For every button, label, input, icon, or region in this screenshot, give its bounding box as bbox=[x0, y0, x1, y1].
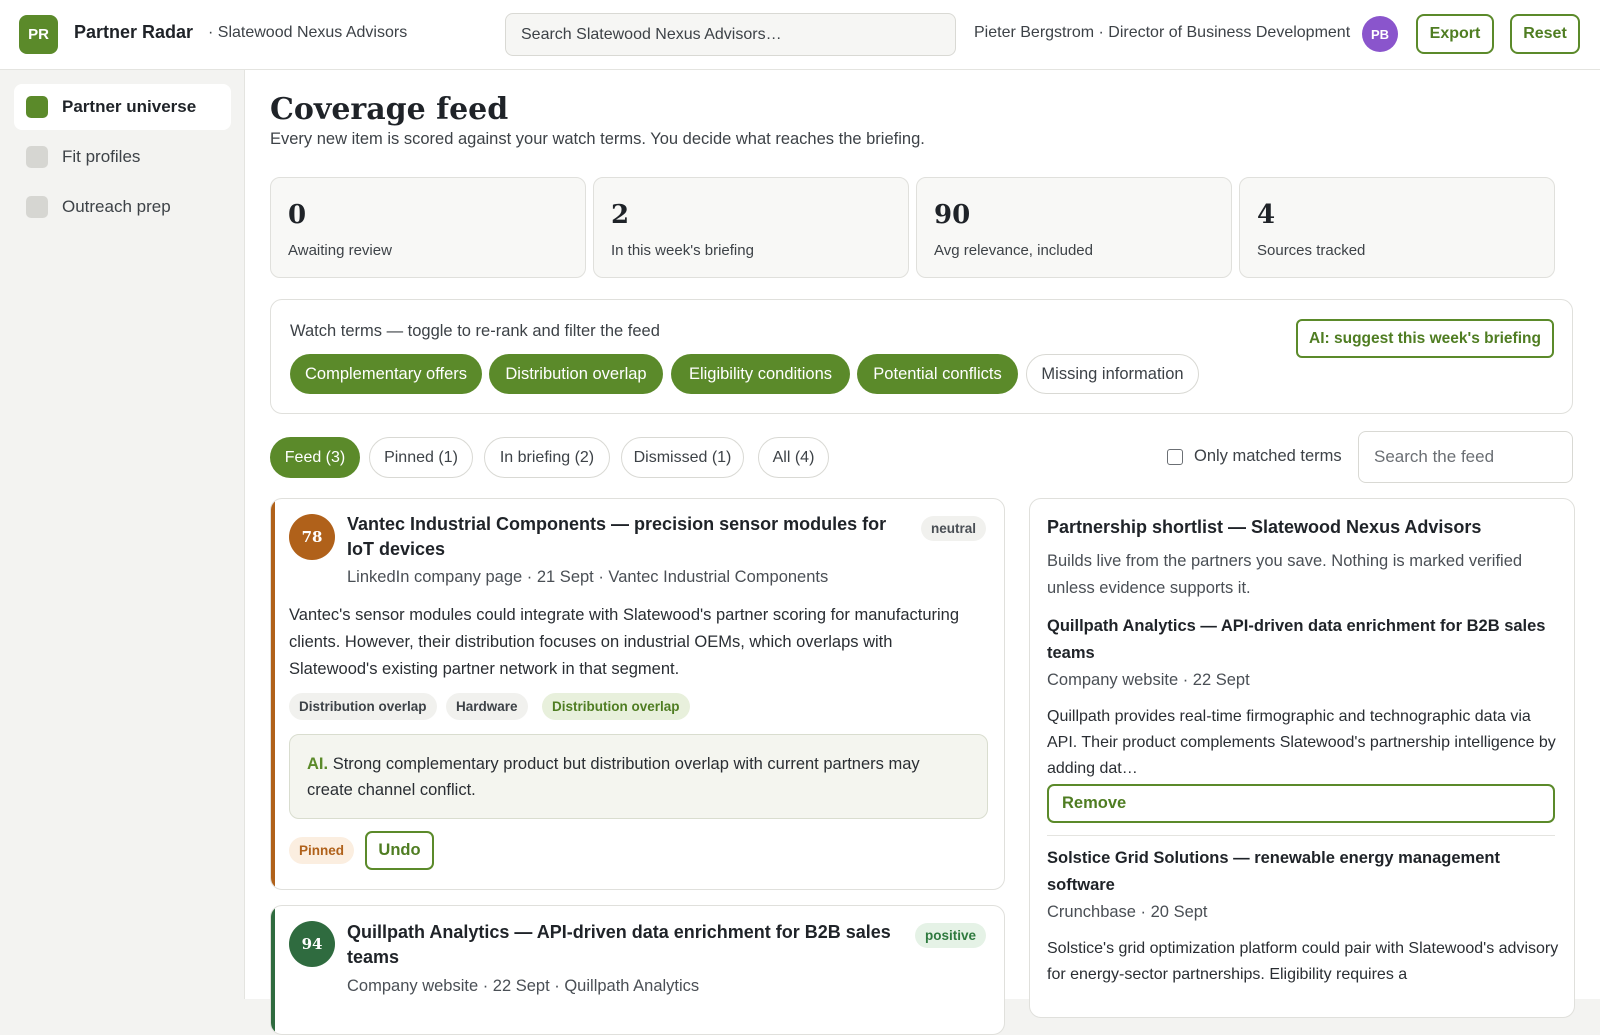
sidebar-item-label: Partner universe bbox=[62, 97, 197, 116]
nav-square-icon bbox=[26, 96, 48, 118]
term-tag: Hardware bbox=[446, 693, 528, 720]
app-logo: PR bbox=[19, 15, 58, 54]
stat-value: 4 bbox=[1257, 200, 1276, 230]
page-title: Coverage feed bbox=[270, 92, 509, 127]
sentiment-badge: neutral bbox=[920, 516, 986, 541]
undo-button[interactable]: Undo bbox=[365, 831, 434, 870]
workspace-name: · Slatewood Nexus Advisors bbox=[208, 24, 408, 41]
stat-label: Awaiting review bbox=[288, 242, 392, 259]
stat-card-avg-relevance: 90 Avg relevance, included bbox=[916, 177, 1232, 278]
divider bbox=[1047, 835, 1555, 836]
user-label: Pieter Bergstrom · Director of Business … bbox=[974, 24, 1351, 41]
stat-card-in-briefing: 2 In this week's briefing bbox=[593, 177, 909, 278]
shortlist-item-title[interactable]: Solstice Grid Solutions — renewable ener… bbox=[1047, 845, 1557, 899]
sidebar-item-partner-universe[interactable]: Partner universe bbox=[14, 84, 231, 130]
card-meta: LinkedIn company page · 21 Sept · Vantec… bbox=[347, 568, 829, 586]
shortlist-item-meta: Company website · 22 Sept bbox=[1047, 671, 1250, 689]
card-meta: Company website · 22 Sept · Quillpath An… bbox=[347, 977, 700, 995]
only-matched-checkbox[interactable] bbox=[1167, 448, 1183, 465]
tab-all[interactable]: All (4) bbox=[758, 437, 829, 478]
tab-pinned[interactable]: Pinned (1) bbox=[369, 437, 473, 478]
avatar[interactable]: PB bbox=[1362, 16, 1398, 52]
sidebar: Partner universe Fit profiles Outreach p… bbox=[0, 70, 245, 999]
nav-square-icon bbox=[26, 146, 48, 168]
page-description: Every new item is scored against your wa… bbox=[270, 130, 925, 148]
card-accent-bar bbox=[271, 499, 275, 889]
partnership-shortlist-panel: Partnership shortlist — Slatewood Nexus … bbox=[1029, 498, 1575, 1018]
watch-term-eligibility-conditions[interactable]: Eligibility conditions bbox=[671, 354, 850, 394]
ai-label: AI. bbox=[307, 755, 329, 773]
stat-card-sources-tracked: 4 Sources tracked bbox=[1239, 177, 1555, 278]
shortlist-description: Builds live from the partners you save. … bbox=[1047, 552, 1523, 597]
remove-button[interactable]: Remove bbox=[1047, 784, 1555, 823]
feed-card-vantec[interactable]: 78 Vantec Industrial Components — precis… bbox=[270, 498, 1005, 890]
shortlist-item-body: Solstice's grid optimization platform co… bbox=[1047, 940, 1559, 983]
watch-terms-label: Watch terms — toggle to re-rank and filt… bbox=[290, 322, 660, 340]
stat-card-awaiting-review: 0 Awaiting review bbox=[270, 177, 586, 278]
sidebar-item-outreach-prep[interactable]: Outreach prep bbox=[14, 184, 231, 230]
tab-feed[interactable]: Feed (3) bbox=[270, 437, 360, 478]
card-title[interactable]: Vantec Industrial Components — precision… bbox=[347, 512, 897, 562]
sentiment-badge: positive bbox=[914, 923, 986, 948]
shortlist-item-body: Quillpath provides real-time firmographi… bbox=[1047, 708, 1556, 777]
only-matched-toggle[interactable]: Only matched terms bbox=[1167, 447, 1342, 466]
feed-search-input[interactable] bbox=[1358, 431, 1573, 483]
relevance-score-badge: 94 bbox=[289, 921, 335, 967]
watch-term-missing-information[interactable]: Missing information bbox=[1026, 354, 1199, 394]
app-title: Partner Radar bbox=[74, 22, 194, 42]
stat-value: 2 bbox=[611, 200, 630, 230]
watch-term-potential-conflicts[interactable]: Potential conflicts bbox=[857, 354, 1018, 394]
workspace-search-input[interactable] bbox=[505, 13, 956, 56]
stat-value: 90 bbox=[934, 200, 971, 230]
nav-square-icon bbox=[26, 196, 48, 218]
stat-label: Sources tracked bbox=[1257, 242, 1366, 259]
ai-suggest-briefing-button[interactable]: AI: suggest this week's briefing bbox=[1296, 319, 1554, 358]
card-title[interactable]: Quillpath Analytics — API-driven data en… bbox=[347, 920, 897, 970]
export-button[interactable]: Export bbox=[1416, 14, 1494, 54]
sidebar-item-fit-profiles[interactable]: Fit profiles bbox=[14, 134, 231, 180]
only-matched-label: Only matched terms bbox=[1194, 447, 1342, 465]
ai-note-text: Strong complementary product but distrib… bbox=[307, 755, 920, 799]
stat-label: In this week's briefing bbox=[611, 242, 754, 259]
stat-value: 0 bbox=[288, 200, 307, 230]
shortlist-title: Partnership shortlist — Slatewood Nexus … bbox=[1047, 517, 1482, 537]
relevance-score-badge: 78 bbox=[289, 514, 335, 560]
reset-button[interactable]: Reset bbox=[1510, 14, 1580, 54]
term-tag: Distribution overlap bbox=[289, 693, 437, 720]
card-body: Vantec's sensor modules could integrate … bbox=[289, 606, 960, 678]
tab-dismissed[interactable]: Dismissed (1) bbox=[621, 437, 744, 478]
shortlist-item-title[interactable]: Quillpath Analytics — API-driven data en… bbox=[1047, 613, 1557, 667]
watch-term-complementary-offers[interactable]: Complementary offers bbox=[290, 354, 482, 394]
sidebar-item-label: Fit profiles bbox=[62, 147, 141, 166]
feed-card-quillpath[interactable]: 94 Quillpath Analytics — API-driven data… bbox=[270, 905, 1005, 1035]
tab-in-briefing[interactable]: In briefing (2) bbox=[484, 437, 610, 478]
shortlist-item-meta: Crunchbase · 20 Sept bbox=[1047, 903, 1208, 921]
status-badge: Pinned bbox=[289, 837, 355, 864]
watch-terms-panel: Watch terms — toggle to re-rank and filt… bbox=[270, 299, 1573, 414]
top-bar: PR Partner Radar · Slatewood Nexus Advis… bbox=[0, 0, 1600, 70]
stat-label: Avg relevance, included bbox=[934, 242, 1093, 259]
watch-term-distribution-overlap[interactable]: Distribution overlap bbox=[489, 354, 663, 394]
card-accent-bar bbox=[271, 906, 275, 1034]
main-content: Coverage feed Every new item is scored a… bbox=[245, 70, 1600, 1035]
sidebar-item-label: Outreach prep bbox=[62, 197, 171, 216]
ai-note: AI. Strong complementary product but dis… bbox=[289, 734, 988, 819]
matched-term-tag: Distribution overlap bbox=[542, 693, 690, 720]
